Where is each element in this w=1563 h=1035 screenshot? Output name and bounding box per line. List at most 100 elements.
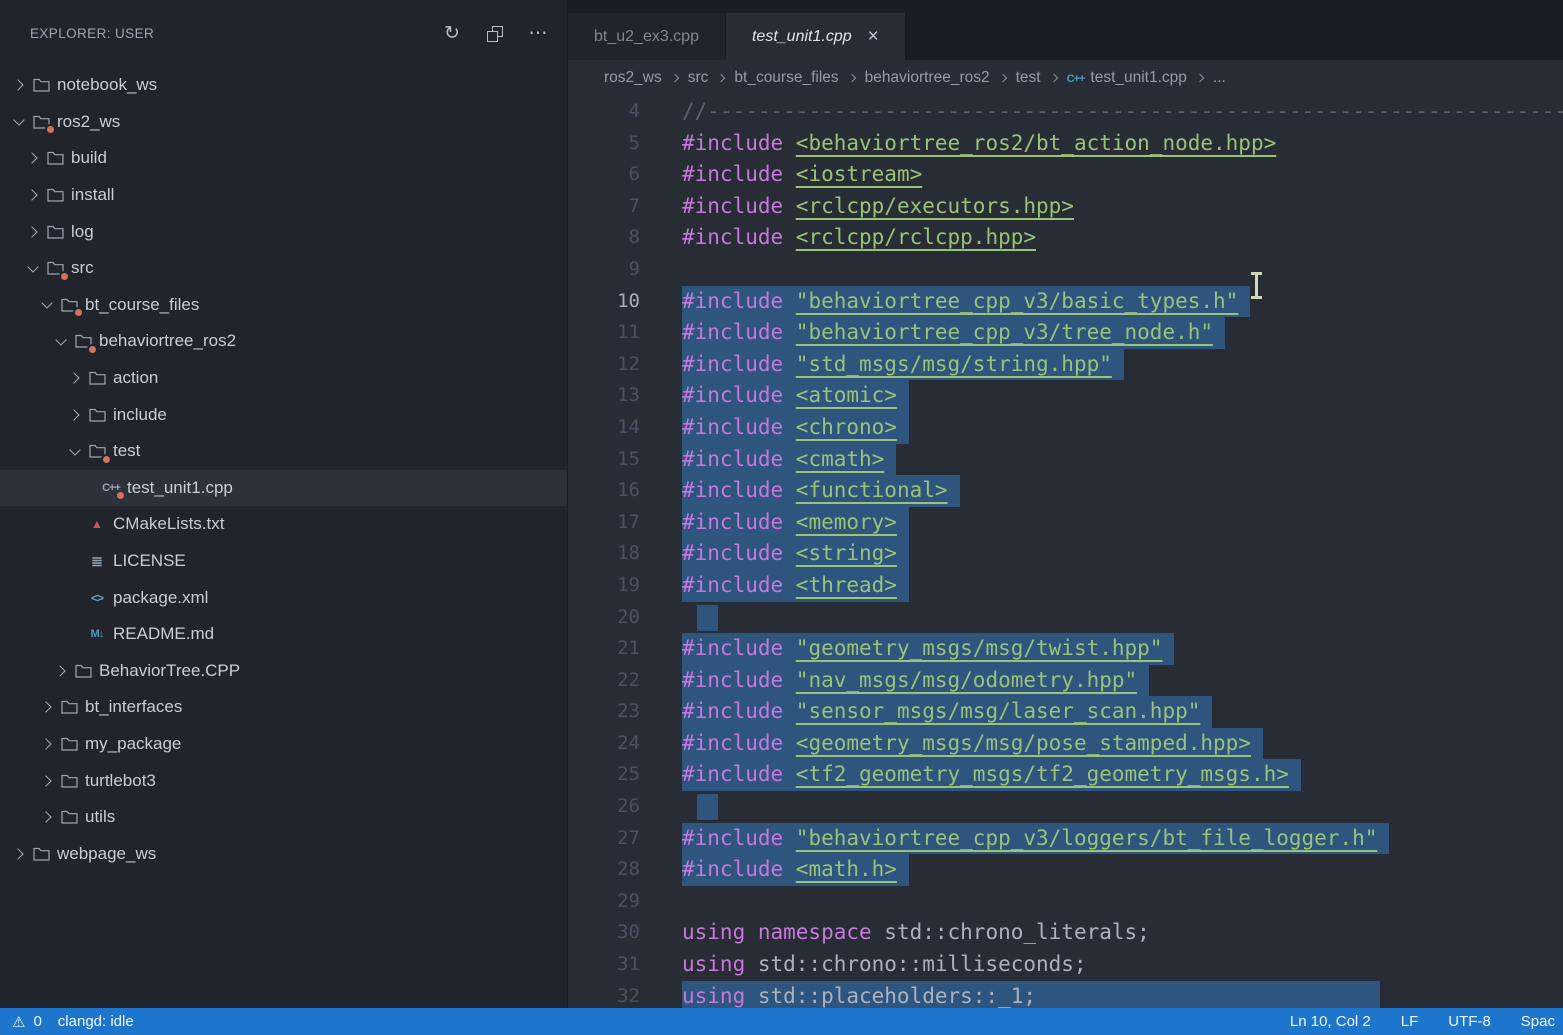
code-line-8[interactable]: 8#include <rclcpp/rclcpp.hpp> xyxy=(568,222,1563,254)
chevron-down-icon[interactable] xyxy=(24,250,42,287)
code-line-25[interactable]: 25#include <tf2_geometry_msgs/tf2_geomet… xyxy=(568,759,1563,791)
chevron-right-icon[interactable] xyxy=(38,689,56,726)
tab-test_unit1.cpp[interactable]: test_unit1.cpp× xyxy=(726,13,906,60)
breadcrumb-item-bt_course_files[interactable]: bt_course_files xyxy=(734,69,838,87)
tree-item-README.md[interactable]: M↓README.md xyxy=(0,616,567,653)
refresh-icon[interactable]: ↻ xyxy=(441,22,463,45)
code-line-13[interactable]: 13#include <atomic> xyxy=(568,380,1563,412)
chevron-down-icon[interactable] xyxy=(66,433,84,470)
selection-highlight: #include <math.h> xyxy=(682,854,909,886)
code-line-7[interactable]: 7#include <rclcpp/executors.hpp> xyxy=(568,191,1563,223)
folder-icon xyxy=(56,726,82,763)
code-line-22[interactable]: 22#include "nav_msgs/msg/odometry.hpp" xyxy=(568,665,1563,697)
breadcrumb-item-src[interactable]: src xyxy=(688,69,709,87)
tree-item-BehaviorTree.CPP[interactable]: BehaviorTree.CPP xyxy=(0,653,567,690)
code-line-29[interactable]: 29 xyxy=(568,886,1563,918)
license-file-icon: ≣ xyxy=(84,543,110,580)
code-line-17[interactable]: 17#include <memory> xyxy=(568,507,1563,539)
breadcrumb-item-test[interactable]: test xyxy=(1016,69,1041,87)
chevron-right-icon[interactable] xyxy=(38,726,56,763)
tree-item-bt_course_files[interactable]: bt_course_files xyxy=(0,287,567,324)
code-line-23[interactable]: 23#include "sensor_msgs/msg/laser_scan.h… xyxy=(568,696,1563,728)
chevron-right-icon[interactable] xyxy=(24,140,42,177)
code-line-21[interactable]: 21#include "geometry_msgs/msg/twist.hpp" xyxy=(568,633,1563,665)
tree-item-log[interactable]: log xyxy=(0,213,567,250)
line-number: 20 xyxy=(568,602,640,634)
tree-item-turtlebot3[interactable]: turtlebot3 xyxy=(0,762,567,799)
code-line-30[interactable]: 30using namespace std::chrono_literals; xyxy=(568,917,1563,949)
tree-item-LICENSE[interactable]: ≣LICENSE xyxy=(0,543,567,580)
code-line-20[interactable]: 20 xyxy=(568,602,1563,634)
code-line-27[interactable]: 27#include "behaviortree_cpp_v3/loggers/… xyxy=(568,823,1563,855)
code-editor[interactable]: 4//-------------------------------------… xyxy=(568,96,1563,1008)
problems-indicator[interactable]: ⚠ 0 xyxy=(12,1013,42,1031)
indent-spacer xyxy=(66,506,84,543)
language-server-status[interactable]: clangd: idle xyxy=(58,1013,134,1030)
chevron-right-icon[interactable] xyxy=(10,835,28,872)
code-line-28[interactable]: 28#include <math.h> xyxy=(568,854,1563,886)
code-text: #include "std_msgs/msg/string.hpp" xyxy=(682,349,1124,381)
encoding-indicator[interactable]: UTF-8 xyxy=(1448,1013,1491,1030)
chevron-right-icon[interactable] xyxy=(66,360,84,397)
problems-count: 0 xyxy=(33,1013,41,1030)
code-line-16[interactable]: 16#include <functional> xyxy=(568,475,1563,507)
more-actions-icon[interactable]: ⋯ xyxy=(527,22,549,45)
code-line-31[interactable]: 31using std::chrono::milliseconds; xyxy=(568,949,1563,981)
close-tab-icon[interactable]: × xyxy=(868,27,879,46)
chevron-right-icon[interactable] xyxy=(10,67,28,104)
chevron-down-icon[interactable] xyxy=(10,104,28,141)
tree-item-test[interactable]: test xyxy=(0,433,567,470)
code-line-12[interactable]: 12#include "std_msgs/msg/string.hpp" xyxy=(568,349,1563,381)
tree-item-label: my_package xyxy=(85,734,181,754)
code-line-32[interactable]: 32using std::placeholders::_1; xyxy=(568,981,1563,1008)
code-line-24[interactable]: 24#include <geometry_msgs/msg/pose_stamp… xyxy=(568,728,1563,760)
breadcrumb-item-behaviortree_ros2[interactable]: behaviortree_ros2 xyxy=(865,69,990,87)
breadcrumb-item-...[interactable]: ... xyxy=(1213,69,1226,87)
code-line-15[interactable]: 15#include <cmath> xyxy=(568,444,1563,476)
chevron-right-icon[interactable] xyxy=(38,799,56,836)
code-line-26[interactable]: 26 xyxy=(568,791,1563,823)
tab-bt_u2_ex3.cpp[interactable]: bt_u2_ex3.cpp xyxy=(568,13,726,60)
code-text: #include "behaviortree_cpp_v3/tree_node.… xyxy=(682,317,1225,349)
tree-item-utils[interactable]: utils xyxy=(0,799,567,836)
tree-item-package.xml[interactable]: <>package.xml xyxy=(0,579,567,616)
breadcrumb-item-ros2_ws[interactable]: ros2_ws xyxy=(604,69,662,87)
tree-item-webpage_ws[interactable]: webpage_ws xyxy=(0,835,567,872)
chevron-down-icon[interactable] xyxy=(52,323,70,360)
tree-item-bt_interfaces[interactable]: bt_interfaces xyxy=(0,689,567,726)
chevron-right-icon[interactable] xyxy=(24,177,42,214)
chevron-right-icon[interactable] xyxy=(52,653,70,690)
collapse-folders-icon[interactable] xyxy=(487,26,503,42)
code-line-14[interactable]: 14#include <chrono> xyxy=(568,412,1563,444)
cursor-position[interactable]: Ln 10, Col 2 xyxy=(1290,1013,1371,1030)
tree-item-behaviortree_ros2[interactable]: behaviortree_ros2 xyxy=(0,323,567,360)
tree-item-label: action xyxy=(113,368,158,388)
tree-item-build[interactable]: build xyxy=(0,140,567,177)
tree-item-ros2_ws[interactable]: ros2_ws xyxy=(0,104,567,141)
tree-item-install[interactable]: install xyxy=(0,177,567,214)
tree-item-my_package[interactable]: my_package xyxy=(0,726,567,763)
code-line-10[interactable]: 10#include "behaviortree_cpp_v3/basic_ty… xyxy=(568,286,1563,318)
chevron-right-icon[interactable] xyxy=(38,762,56,799)
chevron-right-icon[interactable] xyxy=(24,213,42,250)
code-line-4[interactable]: 4//-------------------------------------… xyxy=(568,96,1563,128)
chevron-right-icon[interactable] xyxy=(66,396,84,433)
code-line-11[interactable]: 11#include "behaviortree_cpp_v3/tree_nod… xyxy=(568,317,1563,349)
line-number: 23 xyxy=(568,696,640,728)
indentation-indicator[interactable]: Spac xyxy=(1521,1013,1555,1030)
breadcrumb-item-test_unit1.cpp[interactable]: C++test_unit1.cpp xyxy=(1067,69,1187,87)
tree-item-CMakeLists.txt[interactable]: ▲CMakeLists.txt xyxy=(0,506,567,543)
breadcrumb: ros2_ws src bt_course_files behaviortree_ro… xyxy=(568,60,1563,96)
chevron-down-icon[interactable] xyxy=(38,287,56,324)
code-line-19[interactable]: 19#include <thread> xyxy=(568,570,1563,602)
tree-item-include[interactable]: include xyxy=(0,396,567,433)
eol-indicator[interactable]: LF xyxy=(1401,1013,1419,1030)
code-line-6[interactable]: 6#include <iostream> xyxy=(568,159,1563,191)
tree-item-src[interactable]: src xyxy=(0,250,567,287)
tree-item-action[interactable]: action xyxy=(0,360,567,397)
code-line-18[interactable]: 18#include <string> xyxy=(568,538,1563,570)
tree-item-notebook_ws[interactable]: notebook_ws xyxy=(0,67,567,104)
code-line-5[interactable]: 5#include <behaviortree_ros2/bt_action_n… xyxy=(568,128,1563,160)
tree-item-test_unit1.cpp[interactable]: C++test_unit1.cpp xyxy=(0,470,567,507)
code-line-9[interactable]: 9 xyxy=(568,254,1563,286)
